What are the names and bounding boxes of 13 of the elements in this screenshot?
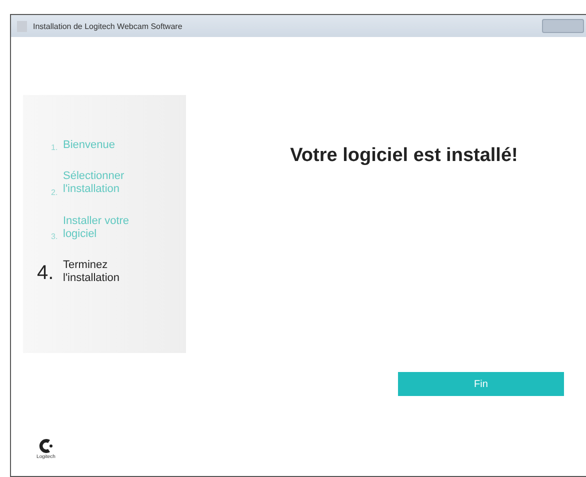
step-number: 4. <box>37 262 55 286</box>
step-label: Sélectionner l'installation <box>63 170 126 197</box>
step-number: 1. <box>51 143 59 152</box>
step-number: 2. <box>51 188 59 197</box>
step-label: Installer votre logiciel <box>63 214 130 241</box>
finish-button[interactable]: Fin <box>398 372 564 396</box>
window-title: Installation de Logitech Webcam Software <box>33 22 182 30</box>
step-label: Bienvenue <box>63 139 116 152</box>
step-label: Terminez l'installation <box>63 258 121 286</box>
logo-icon <box>38 438 54 454</box>
step-number: 3. <box>51 232 59 241</box>
heading: Votre logiciel est installé! <box>289 145 519 167</box>
window-controls[interactable] <box>542 19 584 33</box>
